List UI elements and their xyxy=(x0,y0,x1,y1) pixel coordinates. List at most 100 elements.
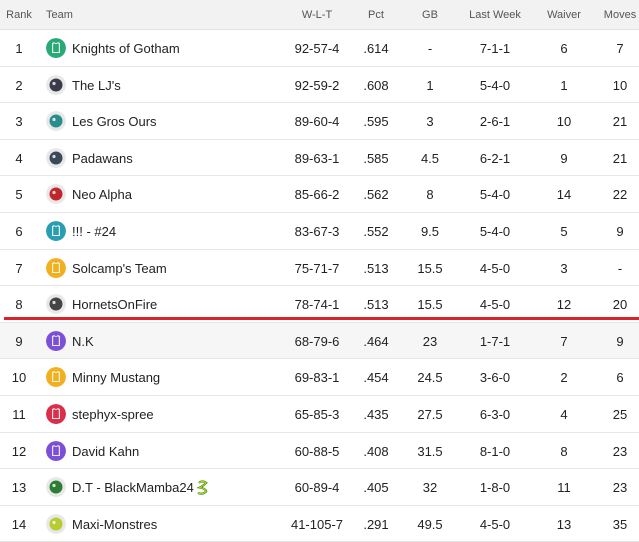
wlt-cell: 41-105-7 xyxy=(290,516,344,532)
jersey-icon[interactable] xyxy=(46,440,66,461)
team-name: !!! - #24 xyxy=(72,223,117,239)
team-name-link[interactable]: Maxi-Monstres xyxy=(72,517,157,532)
pct-cell: .608 xyxy=(363,77,389,93)
team-name-link[interactable]: Neo Alpha xyxy=(72,187,132,202)
gb-cell: 9.5 xyxy=(420,223,440,239)
rank-cell: 1 xyxy=(15,41,23,56)
wlt-cell: 85-66-2 xyxy=(294,187,340,203)
moves-cell: 21 xyxy=(612,114,628,130)
header-moves[interactable]: Moves xyxy=(598,9,639,21)
header-team[interactable]: Team xyxy=(46,9,73,21)
table-row: 6 !!! - #24 83-67-3 .552 9.5 5-4-0 5 9 xyxy=(0,213,639,250)
last-week-cell: 6-2-1 xyxy=(479,150,511,166)
moves-cell: 20 xyxy=(612,297,628,313)
header-gb[interactable]: GB xyxy=(410,9,450,21)
table-row: 7 Solcamp's Team 75-71-7 .513 15.5 4-5-0 3 - xyxy=(0,250,639,287)
jersey-icon[interactable] xyxy=(46,403,66,424)
team-name: stephyx-spree xyxy=(72,406,154,422)
padawan-logo-icon[interactable] xyxy=(46,147,66,168)
wlt-cell: 69-83-1 xyxy=(294,370,340,386)
last-week-cell: 4-5-0 xyxy=(479,260,511,276)
waiver-cell: 3 xyxy=(560,260,568,276)
wlt-cell: 60-88-5 xyxy=(294,443,340,459)
moves-cell: 6 xyxy=(616,370,624,386)
jersey-icon[interactable] xyxy=(46,220,66,241)
playoff-cutoff-line xyxy=(4,317,639,320)
gb-cell: 24.5 xyxy=(417,370,443,386)
team-name-link[interactable]: Les Gros Ours xyxy=(72,114,157,129)
gb-cell: - xyxy=(427,41,433,56)
knight-jersey-icon[interactable] xyxy=(46,38,66,58)
pct-cell: .585 xyxy=(363,150,389,166)
rank-cell: 12 xyxy=(11,443,27,459)
waiver-cell: 13 xyxy=(556,516,572,532)
team-name: N.K xyxy=(72,333,94,349)
gb-cell: 8 xyxy=(426,187,434,203)
team-name: Knights of Gotham xyxy=(72,41,180,56)
jersey-icon[interactable] xyxy=(46,257,66,278)
header-rank[interactable]: Rank xyxy=(0,9,38,21)
moves-cell: 25 xyxy=(612,406,628,422)
table-row: 5 Neo Alpha 85-66-2 .562 8 5-4-0 14 22 xyxy=(0,176,639,213)
waiver-cell: 12 xyxy=(556,297,572,313)
header-pct[interactable]: Pct xyxy=(356,9,396,21)
moves-cell: 21 xyxy=(612,150,628,166)
rank-cell: 8 xyxy=(15,297,23,313)
team-name-link[interactable]: !!! - #24 xyxy=(72,224,116,239)
team-name-link[interactable]: Solcamp's Team xyxy=(72,261,167,276)
header-waiver[interactable]: Waiver xyxy=(540,9,588,21)
team-name-link[interactable]: N.K xyxy=(72,334,94,349)
rank-cell: 13 xyxy=(11,480,27,496)
wlt-cell: 89-60-4 xyxy=(294,114,340,130)
pct-cell: .405 xyxy=(363,480,389,496)
table-row: 9 N.K 68-79-6 .464 23 1-7-1 7 9 xyxy=(0,322,639,360)
bear-logo-icon[interactable] xyxy=(46,111,66,132)
hornet-logo-icon[interactable] xyxy=(46,294,66,315)
waiver-cell: 8 xyxy=(560,443,568,459)
team-name-link[interactable]: David Kahn xyxy=(72,444,139,459)
team-name: David Kahn xyxy=(72,443,140,459)
last-week-cell: 4-5-0 xyxy=(479,297,511,313)
wlt-cell: 65-85-3 xyxy=(294,406,340,422)
team-name-link[interactable]: stephyx-spree xyxy=(72,407,154,422)
wolf-logo-icon[interactable] xyxy=(46,184,66,205)
wlt-cell: 89-63-1 xyxy=(294,150,340,166)
jersey-icon[interactable] xyxy=(46,367,66,388)
table-row: 11 stephyx-spree 65-85-3 .435 27.5 6-3-0 4 25 xyxy=(0,396,639,433)
gb-cell: 49.5 xyxy=(417,516,443,532)
team-name: HornetsOnFire xyxy=(72,297,158,313)
team-name: Solcamp's Team xyxy=(72,260,167,276)
jersey-icon[interactable] xyxy=(46,330,66,351)
team-name-link[interactable]: Knights of Gotham xyxy=(72,41,180,56)
team-name-link[interactable]: HornetsOnFire xyxy=(72,297,157,312)
wlt-cell: 83-67-3 xyxy=(294,223,340,239)
moves-cell: 7 xyxy=(616,41,624,56)
rank-cell: 9 xyxy=(15,333,23,349)
waiver-cell: 7 xyxy=(560,333,568,349)
team-name-link[interactable]: Padawans xyxy=(72,151,133,166)
standings-table: Rank Team W-L-T Pct GB Last Week Waiver … xyxy=(0,0,639,542)
gb-cell: 3 xyxy=(426,114,434,130)
gb-cell: 15.5 xyxy=(417,297,443,313)
rebel-logo-icon[interactable] xyxy=(46,477,66,498)
pct-cell: .513 xyxy=(363,297,389,313)
team-name-link[interactable]: The LJ's xyxy=(72,78,121,93)
waiver-cell: 4 xyxy=(560,406,568,422)
team-name-link[interactable]: Minny Mustang xyxy=(72,370,160,385)
pct-cell: .614 xyxy=(363,41,389,56)
team-logo-icon[interactable] xyxy=(46,74,66,95)
rank-cell: 5 xyxy=(15,187,23,203)
header-wlt[interactable]: W-L-T xyxy=(282,9,352,21)
wlt-cell: 60-89-4 xyxy=(294,480,340,496)
team-name-link[interactable]: D.T - BlackMamba24 xyxy=(72,480,209,495)
moves-cell: 9 xyxy=(616,223,624,239)
gb-cell: 15.5 xyxy=(417,260,443,276)
header-last-week[interactable]: Last Week xyxy=(463,9,527,21)
last-week-cell: 3-6-0 xyxy=(479,370,511,386)
waiver-cell: 14 xyxy=(556,187,572,203)
pct-cell: .291 xyxy=(363,516,389,532)
octopus-logo-icon[interactable] xyxy=(46,513,66,534)
pct-cell: .562 xyxy=(363,187,389,203)
waiver-cell: 9 xyxy=(560,150,568,166)
table-header: Rank Team W-L-T Pct GB Last Week Waiver … xyxy=(0,0,639,30)
